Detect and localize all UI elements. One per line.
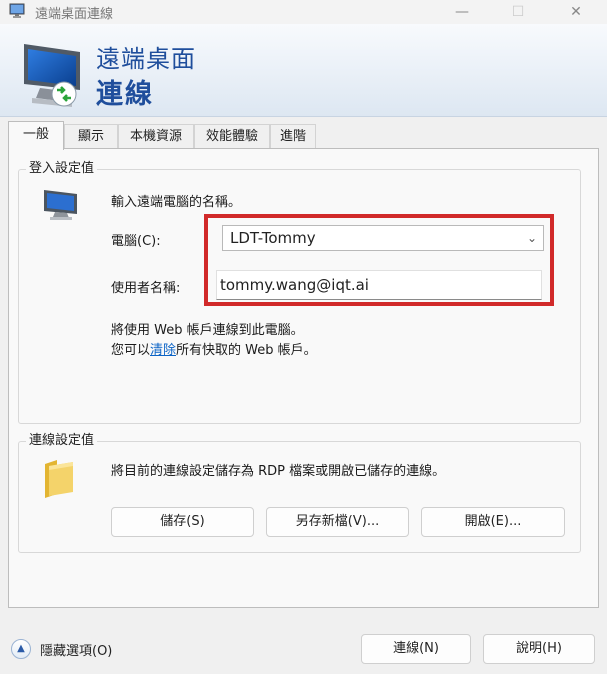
save-button[interactable]: 儲存(S) — [111, 507, 254, 537]
username-label: 使用者名稱: — [111, 281, 181, 296]
title-bar: 遠端桌面連線 — ☐ ✕ — [0, 0, 607, 24]
tab-local-resources[interactable]: 本機資源 — [118, 124, 194, 148]
connection-settings-title: 連線設定值 — [26, 433, 98, 449]
tab-display[interactable]: 顯示 — [64, 124, 118, 148]
clear-accounts-note: 您可以清除所有快取的 Web 帳戶。 — [111, 339, 317, 358]
connection-description: 將目前的連線設定儲存為 RDP 檔案或開啟已儲存的連線。 — [111, 464, 446, 479]
chevron-down-icon[interactable]: ⌄ — [527, 226, 537, 250]
window-title: 遠端桌面連線 — [35, 7, 114, 22]
username-value: tommy.wang@iqt.ai — [220, 276, 369, 294]
clear-note-suffix: 所有快取的 Web 帳戶。 — [176, 343, 317, 358]
tab-advanced[interactable]: 進階 — [270, 124, 316, 148]
remote-desktop-logo-icon — [24, 44, 80, 107]
banner-title-line1: 遠端桌面 — [96, 45, 196, 73]
header-banner: 遠端桌面 連線 — [0, 24, 607, 117]
tab-experience[interactable]: 效能體驗 — [194, 124, 270, 148]
web-account-note: 將使用 Web 帳戶連線到此電腦。 — [111, 323, 304, 338]
clear-note-prefix: 您可以 — [111, 343, 151, 358]
logon-instruction: 輸入遠端電腦的名稱。 — [111, 195, 242, 210]
computer-icon — [44, 190, 77, 220]
computer-label: 電腦(C): — [111, 234, 161, 249]
computer-combobox[interactable]: LDT-Tommy ⌄ — [222, 225, 544, 251]
minimize-button[interactable]: — — [439, 0, 485, 24]
help-button[interactable]: 說明(H) — [483, 634, 595, 664]
remote-desktop-app-icon — [9, 3, 25, 18]
tab-general[interactable]: 一般 — [8, 121, 64, 150]
username-field[interactable]: tommy.wang@iqt.ai — [216, 270, 542, 300]
save-as-button[interactable]: 另存新檔(V)... — [266, 507, 409, 537]
chevron-up-icon[interactable]: ▲ — [11, 639, 31, 659]
banner-title-line2: 連線 — [96, 79, 154, 110]
connect-button[interactable]: 連線(N) — [361, 634, 471, 664]
folder-icon — [45, 460, 73, 498]
computer-combobox-value: LDT-Tommy — [230, 229, 316, 247]
hide-options-label[interactable]: 隱藏選項(O) — [40, 640, 112, 659]
clear-link[interactable]: 清除 — [150, 343, 176, 358]
open-button[interactable]: 開啟(E)... — [421, 507, 565, 537]
logon-settings-title: 登入設定值 — [26, 161, 98, 177]
close-button[interactable]: ✕ — [553, 0, 599, 24]
maximize-button[interactable]: ☐ — [495, 0, 541, 24]
